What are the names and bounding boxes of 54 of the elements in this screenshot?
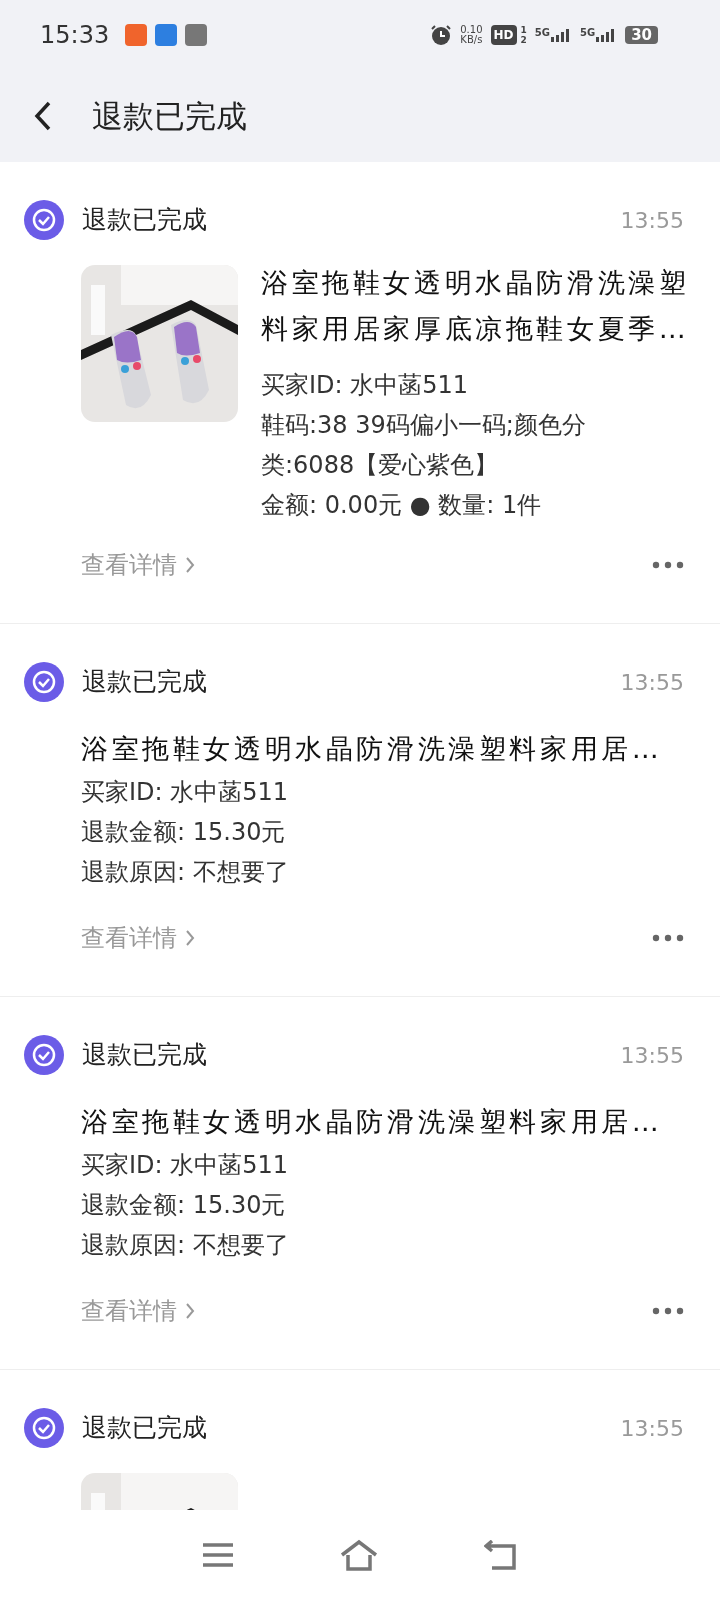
signal-icon xyxy=(549,28,572,42)
detail-text: 买家ID: 水中菡511 xyxy=(81,1150,290,1181)
details-link[interactable]: 查看详情 xyxy=(81,920,195,956)
more-icon[interactable] xyxy=(652,561,684,569)
more-icon[interactable] xyxy=(652,934,684,942)
back-icon[interactable] xyxy=(34,101,52,131)
alarm-icon xyxy=(430,24,453,46)
menu-icon[interactable] xyxy=(202,1542,235,1568)
status-text: 退款已完成 xyxy=(82,666,207,699)
status-time: 15:33 xyxy=(40,20,110,51)
page-title: 退款已完成 xyxy=(92,96,247,136)
message-time: 13:55 xyxy=(620,668,684,697)
status-text: 退款已完成 xyxy=(82,1039,207,1072)
chevron-right-icon xyxy=(185,556,195,574)
home-icon[interactable] xyxy=(339,1539,379,1571)
message-time: 13:55 xyxy=(620,206,684,235)
app-icon xyxy=(155,24,178,46)
product-title: 浴室拖鞋女透明水晶防滑洗澡塑料家用居… xyxy=(81,1105,664,1139)
product-title: 浴室拖鞋女透明水晶防滑洗澡塑料家用居… xyxy=(81,732,664,766)
app-icon xyxy=(185,24,208,46)
chevron-right-icon xyxy=(185,1302,195,1320)
refund-icon xyxy=(24,200,64,240)
speed-unit: KB/s xyxy=(460,35,483,45)
message-time: 13:55 xyxy=(620,1414,684,1443)
detail-text: 买家ID: 水中菡511 xyxy=(261,370,470,401)
refund-icon xyxy=(24,1408,64,1448)
detail-text: 退款原因: 不想要了 xyxy=(81,857,290,888)
detail-text: 类:6088【爱心紫色】 xyxy=(261,450,500,481)
details-link[interactable]: 查看详情 xyxy=(81,1293,195,1329)
hd-badge: HD xyxy=(490,25,517,45)
product-title: 浴室拖鞋女透明水晶防滑洗澡塑 xyxy=(261,266,690,300)
network-speed: 0.10 xyxy=(460,25,483,35)
status-text: 退款已完成 xyxy=(82,204,207,237)
sim-index: 1 xyxy=(520,25,527,35)
product-title: 料家用居家厚底凉拖鞋女夏季… xyxy=(261,312,690,346)
detail-text: 金额: 0.00元 ● 数量: 1件 xyxy=(261,490,543,521)
refund-icon xyxy=(24,1035,64,1075)
battery-level: 30 xyxy=(625,26,658,44)
more-icon[interactable] xyxy=(652,1307,684,1315)
network-type: 5G xyxy=(579,28,596,38)
network-type: 5G xyxy=(534,28,550,38)
detail-text: 退款原因: 不想要了 xyxy=(81,1230,290,1261)
back-gesture-icon[interactable] xyxy=(483,1540,518,1570)
detail-text: 买家ID: 水中菡511 xyxy=(81,777,290,808)
detail-text: 退款金额: 15.30元 xyxy=(81,1190,287,1221)
refund-icon xyxy=(24,662,64,702)
detail-text: 退款金额: 15.30元 xyxy=(81,817,287,848)
status-text: 退款已完成 xyxy=(82,1412,207,1445)
message-time: 13:55 xyxy=(620,1041,684,1070)
detail-text: 鞋码:38 39码偏小一码;颜色分 xyxy=(261,410,587,441)
app-icon xyxy=(125,24,148,46)
sim-index: 2 xyxy=(520,35,527,45)
details-link[interactable]: 查看详情 xyxy=(81,547,195,583)
chevron-right-icon xyxy=(185,929,195,947)
